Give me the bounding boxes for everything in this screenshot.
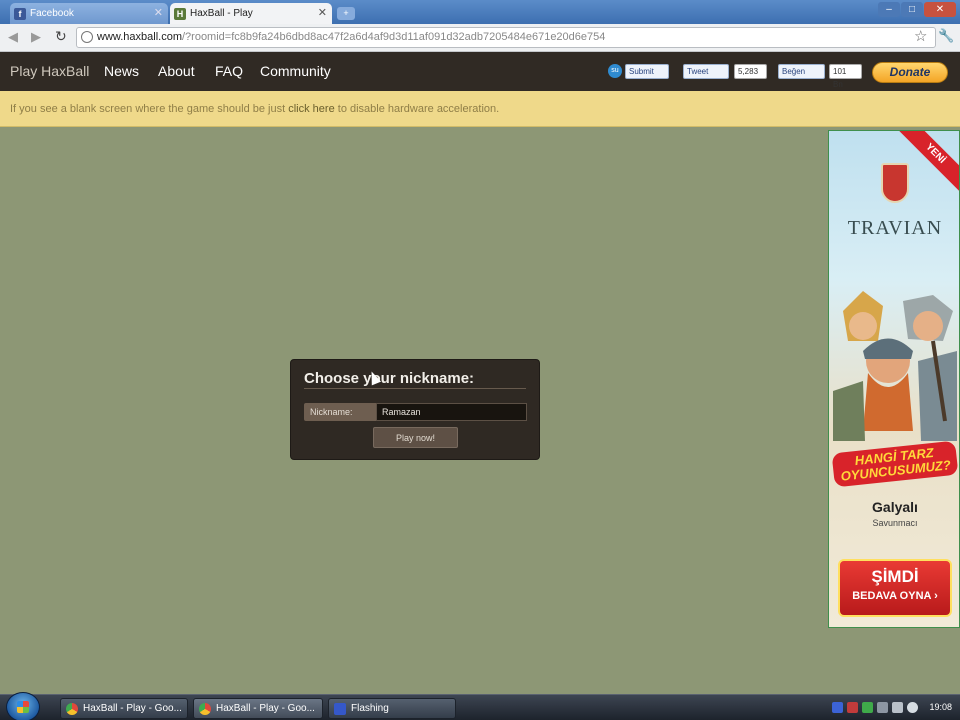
haxball-icon: H xyxy=(174,7,186,20)
hardware-acceleration-notice: If you see a blank screen where the game… xyxy=(0,91,960,127)
facebook-icon: f xyxy=(14,7,26,20)
ad-role: Savunmacı xyxy=(872,518,918,528)
browser-toolbar: ◀ ▶ ↻ www.haxball.com/?roomid=fc8b9fa24b… xyxy=(0,24,960,52)
taskbar-item-chrome-1[interactable]: HaxBall - Play - Goo... xyxy=(60,698,188,719)
warriors-illustration xyxy=(833,291,957,441)
ad-tribe: Galyalı xyxy=(872,499,918,515)
tray-network-icon[interactable] xyxy=(862,702,873,713)
stumbleupon-icon[interactable]: su xyxy=(608,64,622,78)
taskbar-item-label: HaxBall - Play - Goo... xyxy=(83,703,182,714)
submit-button[interactable]: Submit xyxy=(625,64,669,79)
ad-cta-line1: ŞİMDİ xyxy=(871,567,919,586)
tray-volume-icon[interactable] xyxy=(877,702,888,713)
back-arrow-icon[interactable]: ◀ xyxy=(8,29,18,45)
nav-faq[interactable]: FAQ xyxy=(215,63,243,79)
ad-play-free-button[interactable]: ŞİMDİ BEDAVA OYNA › xyxy=(838,559,952,617)
system-tray: 19:08 xyxy=(826,697,960,719)
taskbar-item-label: HaxBall - Play - Goo... xyxy=(216,703,315,714)
ad-cta-line2: BEDAVA OYNA › xyxy=(852,590,938,602)
close-icon[interactable]: ✕ xyxy=(154,6,163,19)
notice-text: If you see a blank screen where the game… xyxy=(10,103,289,115)
tray-power-icon[interactable] xyxy=(892,702,903,713)
clock[interactable]: 19:08 xyxy=(929,702,952,712)
window-close-button[interactable]: ✕ xyxy=(924,2,956,17)
globe-icon xyxy=(81,31,93,43)
tray-antivirus-icon[interactable] xyxy=(847,702,858,713)
tab-facebook[interactable]: f Facebook ✕ xyxy=(10,3,168,24)
nickname-dialog: Choose your nickname: Nickname: Play now… xyxy=(290,359,540,460)
tray-update-icon[interactable] xyxy=(907,702,918,713)
like-count: 101 Bn xyxy=(829,64,862,89)
url-host: www.haxball.com xyxy=(97,31,182,43)
minimize-button[interactable]: – xyxy=(878,2,900,17)
new-tab-button[interactable]: + xyxy=(337,7,355,20)
nav-community[interactable]: Community xyxy=(260,63,331,79)
nav-news[interactable]: News xyxy=(104,63,139,79)
notice-text-end: to disable hardware acceleration. xyxy=(334,103,500,115)
dialog-title: Choose your nickname: xyxy=(304,370,475,387)
address-bar[interactable]: www.haxball.com/?roomid=fc8b9fa24b6dbd8a… xyxy=(76,27,936,48)
donate-button[interactable]: Donate xyxy=(872,62,948,83)
start-button[interactable] xyxy=(6,692,40,720)
taskbar-item-flashing[interactable]: Flashing xyxy=(328,698,456,719)
dialog-divider xyxy=(304,388,526,389)
maximize-button[interactable]: □ xyxy=(901,2,923,17)
taskbar-item-chrome-2[interactable]: HaxBall - Play - Goo... xyxy=(193,698,323,719)
nickname-input[interactable] xyxy=(376,403,527,421)
tab-haxball-play[interactable]: H HaxBall - Play ✕ xyxy=(170,3,332,24)
play-now-button[interactable]: Play now! xyxy=(373,427,458,448)
chrome-icon xyxy=(199,703,211,715)
browser-tab-strip: f Facebook ✕ H HaxBall - Play ✕ + – □ ✕ xyxy=(0,0,960,24)
close-icon[interactable]: ✕ xyxy=(318,6,327,19)
windows-taskbar: HaxBall - Play - Goo... HaxBall - Play -… xyxy=(0,692,960,720)
wrench-icon[interactable]: 🔧 xyxy=(938,28,954,44)
ad-brand: TRAVIAN xyxy=(847,217,943,239)
reload-icon[interactable]: ↻ xyxy=(55,28,67,45)
tab-title: Facebook xyxy=(30,8,74,19)
site-header: Play HaxBall News About FAQ Community su… xyxy=(0,52,960,91)
travian-ad[interactable]: YENİ TRAVIAN HANGİ TARZ OYUNCUSUMUZ? Gal… xyxy=(828,130,960,628)
nav-play-haxball[interactable]: Play HaxBall xyxy=(10,63,89,79)
disable-acceleration-link[interactable]: click here xyxy=(288,103,334,115)
travian-shield-icon xyxy=(881,163,909,203)
taskbar-item-label: Flashing xyxy=(351,703,389,714)
forward-arrow-icon[interactable]: ▶ xyxy=(31,29,41,45)
url-path: /?roomid=fc8b9fa24b6dbd8ac47f2a6d4af9d3d… xyxy=(181,31,606,43)
flash-icon xyxy=(334,703,346,715)
tab-title: HaxBall - Play xyxy=(190,8,253,19)
chrome-icon xyxy=(66,703,78,715)
tray-language-icon[interactable] xyxy=(832,702,843,713)
nav-about[interactable]: About xyxy=(158,63,195,79)
tweet-count: 5,283 xyxy=(734,64,767,79)
star-icon[interactable]: ☆ xyxy=(914,27,927,45)
like-button[interactable]: Beğen xyxy=(778,64,825,79)
nickname-label: Nickname: xyxy=(304,403,376,421)
ad-question: HANGİ TARZ OYUNCUSUMUZ? xyxy=(831,440,959,488)
tweet-button[interactable]: Tweet xyxy=(683,64,729,79)
